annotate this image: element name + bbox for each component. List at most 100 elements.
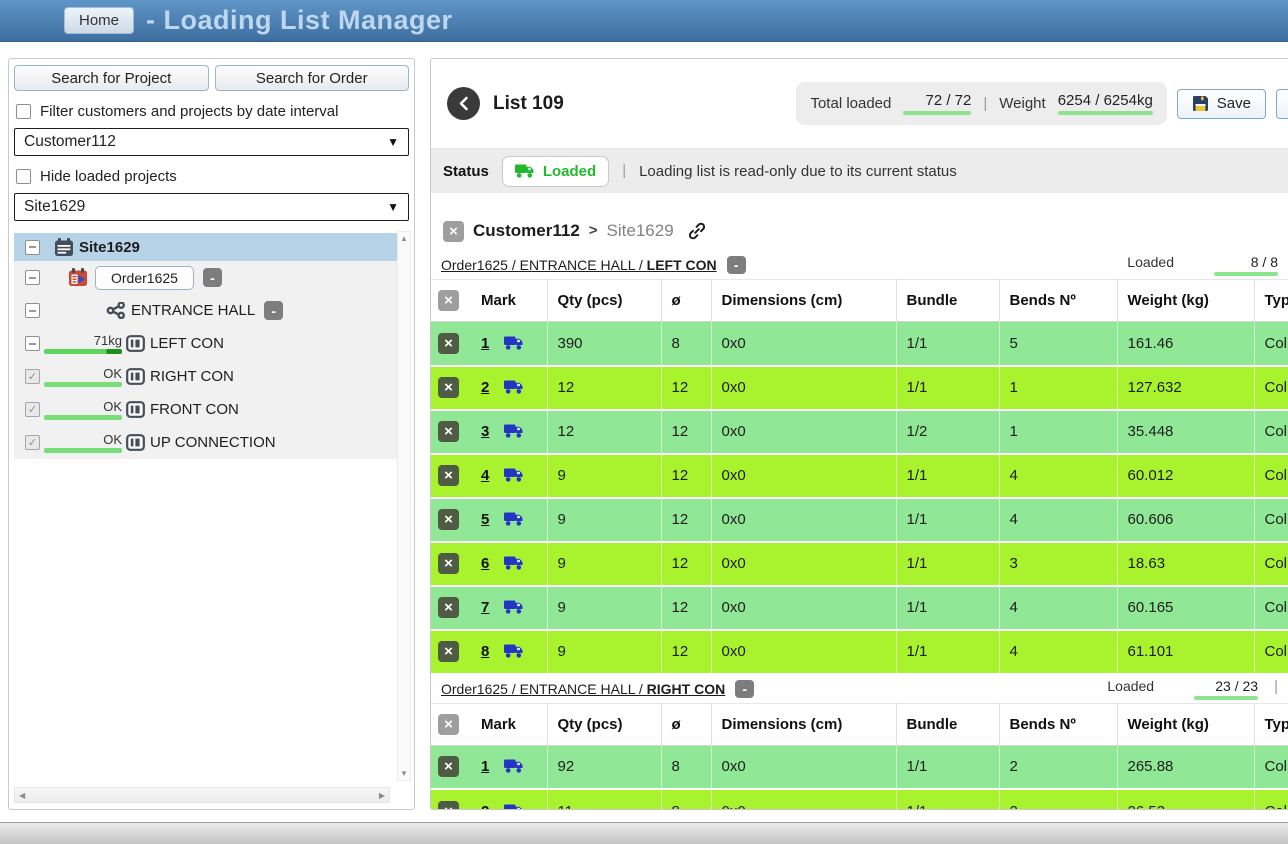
remove-row-button[interactable]	[438, 377, 459, 398]
collapse-section-button[interactable]: -	[727, 256, 746, 274]
collapse-button[interactable]: -	[203, 268, 222, 287]
back-button[interactable]	[447, 87, 480, 120]
tree-item-right-con[interactable]: ✓OKRIGHT CON	[14, 360, 397, 393]
remove-row-button[interactable]	[438, 421, 459, 442]
link-icon[interactable]	[687, 221, 707, 241]
truck-icon	[515, 164, 535, 178]
mark-link[interactable]: 1	[481, 758, 489, 775]
clipped-right-button[interactable]: In	[1276, 89, 1288, 119]
column-header: Typ	[1254, 280, 1288, 322]
section-title-link[interactable]: Order1625 / ENTRANCE HALL / LEFT CON	[441, 257, 717, 273]
loading-list-table: MarkQty (pcs)øDimensions (cm)BundleBends…	[431, 279, 1288, 675]
collapse-section-button[interactable]: -	[735, 680, 754, 698]
tree-item-status: 71kg	[94, 333, 122, 348]
tree-item-order1625[interactable]: Order1625-	[14, 261, 397, 294]
type-cell: Col	[1254, 366, 1288, 410]
scroll-right-icon[interactable]: ▶	[379, 791, 385, 800]
type-cell: Col	[1254, 586, 1288, 630]
truck-icon	[504, 600, 524, 614]
column-header: ø	[661, 280, 711, 322]
mark-link[interactable]: 2	[481, 803, 489, 811]
truck-icon	[504, 644, 524, 658]
search-order-button[interactable]: Search for Order	[215, 65, 410, 91]
tree-checkbox-indeterminate[interactable]	[25, 240, 40, 255]
section-loaded-value: 23 / 23	[1194, 678, 1258, 700]
diameter-cell: 12	[661, 366, 711, 410]
remove-row-button[interactable]	[438, 641, 459, 662]
bundle-cell: 1/1	[896, 366, 999, 410]
mark-link[interactable]: 2	[481, 379, 489, 396]
tree-checkbox-indeterminate[interactable]	[25, 270, 40, 285]
horizontal-scrollbar[interactable]: ◀ ▶	[14, 787, 390, 803]
scroll-down-icon[interactable]: ▼	[398, 769, 410, 778]
tree-item-entrance-hall[interactable]: ENTRANCE HALL-	[14, 294, 397, 327]
bundle-cell: 1/1	[896, 322, 999, 366]
qty-cell: 92	[547, 745, 661, 789]
site-select[interactable]: Site1629 ▼	[14, 193, 409, 221]
mark-link[interactable]: 6	[481, 555, 489, 572]
section-loaded-progress	[1194, 696, 1258, 700]
scroll-left-icon[interactable]: ◀	[19, 791, 25, 800]
hide-loaded-checkbox[interactable]	[16, 169, 31, 184]
separator	[622, 162, 626, 180]
remove-row-button[interactable]	[438, 801, 459, 811]
tree-item-label: Site1629	[79, 239, 140, 256]
tree-checkbox-checked[interactable]: ✓	[25, 402, 40, 417]
vertical-scrollbar[interactable]: ▲ ▼	[397, 231, 411, 781]
weight-cell: 127.632	[1117, 366, 1254, 410]
mark-link[interactable]: 4	[481, 467, 489, 484]
save-button[interactable]: Save	[1177, 89, 1266, 119]
remove-all-icon[interactable]	[438, 714, 459, 735]
search-project-button[interactable]: Search for Project	[14, 65, 209, 91]
mark-link[interactable]: 7	[481, 599, 489, 616]
home-button[interactable]: Home	[64, 7, 134, 34]
remove-row-button[interactable]	[438, 597, 459, 618]
sidebar: Search for Project Search for Order Filt…	[8, 58, 415, 810]
filter-by-date-checkbox[interactable]	[16, 104, 31, 119]
breadcrumb-site[interactable]: Site1629	[607, 221, 674, 241]
bends-cell: 4	[999, 586, 1117, 630]
tree-checkbox-indeterminate[interactable]	[25, 336, 40, 351]
status-message: Loading list is read-only due to its cur…	[639, 163, 957, 180]
mark-link[interactable]: 3	[481, 423, 489, 440]
bundle-cell: 1/1	[896, 542, 999, 586]
tree-item-progress: 71kg	[44, 333, 122, 354]
tree-checkbox-checked[interactable]: ✓	[25, 435, 40, 450]
tree-item-up-connection[interactable]: ✓OKUP CONNECTION	[14, 426, 397, 459]
collapse-button[interactable]: -	[264, 301, 283, 320]
tree-checkbox-indeterminate[interactable]	[25, 303, 40, 318]
bends-cell: 3	[999, 542, 1117, 586]
customer-select[interactable]: Customer112 ▼	[14, 128, 409, 156]
type-cell: Col	[1254, 542, 1288, 586]
remove-row-button[interactable]	[438, 756, 459, 777]
bends-cell: 2	[999, 745, 1117, 789]
tree-item-front-con[interactable]: ✓OKFRONT CON	[14, 393, 397, 426]
dimensions-cell: 0x0	[711, 630, 896, 674]
remove-row-button[interactable]	[438, 553, 459, 574]
weight-cell: 61.101	[1117, 630, 1254, 674]
section-title-link[interactable]: Order1625 / ENTRANCE HALL / RIGHT CON	[441, 681, 725, 697]
mark-link[interactable]: 1	[481, 335, 489, 352]
remove-row-button[interactable]	[438, 333, 459, 354]
weight-cell: 265.88	[1117, 745, 1254, 789]
mark-link[interactable]: 5	[481, 511, 489, 528]
tree-item-site1629[interactable]: Site1629	[14, 233, 397, 261]
total-loaded-value: 72 / 72	[903, 92, 971, 115]
customer-select-value: Customer112	[24, 133, 116, 151]
remove-row-button[interactable]	[438, 465, 459, 486]
scroll-up-icon[interactable]: ▲	[398, 234, 410, 243]
remove-all-icon[interactable]	[438, 290, 459, 311]
tree-order-button[interactable]: Order1625	[95, 266, 194, 290]
caret-down-icon: ▼	[387, 135, 399, 149]
mark-link[interactable]: 8	[481, 643, 489, 660]
tree-item-left-con[interactable]: 71kgLEFT CON	[14, 327, 397, 360]
tree-checkbox-checked[interactable]: ✓	[25, 369, 40, 384]
weight-progress	[1058, 111, 1153, 115]
breadcrumb-customer[interactable]: Customer112	[473, 221, 580, 241]
weight-cell: 161.46	[1117, 322, 1254, 366]
column-header: Bends Nº	[999, 280, 1117, 322]
container-icon	[126, 434, 145, 451]
close-breadcrumb-button[interactable]	[443, 221, 464, 242]
remove-row-button[interactable]	[438, 509, 459, 530]
diameter-cell: 12	[661, 410, 711, 454]
